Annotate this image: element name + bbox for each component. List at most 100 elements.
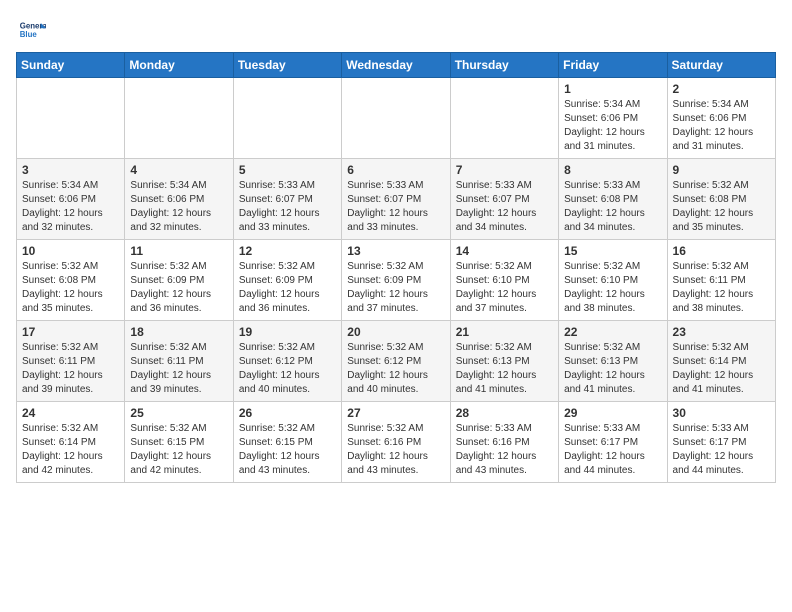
day-number: 1 [564, 82, 661, 96]
calendar-cell [17, 78, 125, 159]
day-number: 27 [347, 406, 444, 420]
calendar-cell: 1 Sunrise: 5:34 AM Sunset: 6:06 PM Daylig… [559, 78, 667, 159]
calendar-cell: 5Sunrise: 5:33 AM Sunset: 6:07 PM Daylig… [233, 159, 341, 240]
day-number: 30 [673, 406, 770, 420]
calendar-cell [450, 78, 558, 159]
day-number: 28 [456, 406, 553, 420]
day-info: Sunrise: 5:32 AM Sunset: 6:09 PM Dayligh… [130, 260, 227, 316]
day-number: 18 [130, 325, 227, 339]
day-number: 11 [130, 244, 227, 258]
day-number: 9 [673, 163, 770, 177]
day-info: Sunrise: 5:34 AM Sunset: 6:06 PM Dayligh… [673, 98, 770, 154]
day-number: 7 [456, 163, 553, 177]
day-info: Sunrise: 5:34 AM Sunset: 6:06 PM Dayligh… [22, 179, 119, 235]
day-number: 14 [456, 244, 553, 258]
day-info: Sunrise: 5:32 AM Sunset: 6:16 PM Dayligh… [347, 422, 444, 478]
calendar-cell: 20 Sunrise: 5:32 AM Sunset: 6:12 PM Dayli… [342, 321, 450, 402]
day-number: 20 [347, 325, 444, 339]
calendar-cell: 4 Sunrise: 5:34 AM Sunset: 6:06 PM Daylig… [125, 159, 233, 240]
calendar-cell: 23 Sunrise: 5:32 AM Sunset: 6:14 PM Dayli… [667, 321, 775, 402]
calendar-cell: 19Sunrise: 5:32 AM Sunset: 6:12 PM Dayli… [233, 321, 341, 402]
day-number: 13 [347, 244, 444, 258]
day-info: Sunrise: 5:32 AM Sunset: 6:13 PM Dayligh… [564, 341, 661, 397]
calendar-cell: 16 Sunrise: 5:32 AM Sunset: 6:11 PM Dayli… [667, 240, 775, 321]
day-number: 29 [564, 406, 661, 420]
calendar-cell: 12 Sunrise: 5:32 AM Sunset: 6:09 PM Dayli… [233, 240, 341, 321]
day-number: 21 [456, 325, 553, 339]
day-number: 10 [22, 244, 119, 258]
weekday-header-friday: Friday [559, 53, 667, 78]
day-number: 3 [22, 163, 119, 177]
calendar-cell: 10Sunrise: 5:32 AM Sunset: 6:08 PM Dayli… [17, 240, 125, 321]
calendar-cell: 21 Sunrise: 5:32 AM Sunset: 6:13 PM Dayli… [450, 321, 558, 402]
calendar-cell: 2 Sunrise: 5:34 AM Sunset: 6:06 PM Daylig… [667, 78, 775, 159]
day-info: Sunrise: 5:32 AM Sunset: 6:08 PM Dayligh… [673, 179, 770, 235]
day-info: Sunrise: 5:32 AM Sunset: 6:12 PM Dayligh… [347, 341, 444, 397]
day-number: 26 [239, 406, 336, 420]
day-number: 2 [673, 82, 770, 96]
calendar-cell: 17 Sunrise: 5:32 AM Sunset: 6:11 PM Dayli… [17, 321, 125, 402]
day-number: 25 [130, 406, 227, 420]
day-info: Sunrise: 5:32 AM Sunset: 6:15 PM Dayligh… [239, 422, 336, 478]
calendar-cell: 14 Sunrise: 5:32 AM Sunset: 6:10 PM Dayli… [450, 240, 558, 321]
logo-icon: General Blue [18, 16, 46, 44]
day-info: Sunrise: 5:33 AM Sunset: 6:17 PM Dayligh… [564, 422, 661, 478]
calendar-cell [125, 78, 233, 159]
day-number: 4 [130, 163, 227, 177]
weekday-header-saturday: Saturday [667, 53, 775, 78]
day-info: Sunrise: 5:34 AM Sunset: 6:06 PM Dayligh… [130, 179, 227, 235]
day-info: Sunrise: 5:32 AM Sunset: 6:09 PM Dayligh… [347, 260, 444, 316]
calendar-cell: 25 Sunrise: 5:32 AM Sunset: 6:15 PM Dayli… [125, 402, 233, 483]
day-info: Sunrise: 5:32 AM Sunset: 6:14 PM Dayligh… [22, 422, 119, 478]
calendar-cell: 22 Sunrise: 5:32 AM Sunset: 6:13 PM Dayli… [559, 321, 667, 402]
weekday-header-sunday: Sunday [17, 53, 125, 78]
weekday-header-monday: Monday [125, 53, 233, 78]
day-number: 16 [673, 244, 770, 258]
calendar-cell: 27 Sunrise: 5:32 AM Sunset: 6:16 PM Dayli… [342, 402, 450, 483]
weekday-header-thursday: Thursday [450, 53, 558, 78]
day-number: 6 [347, 163, 444, 177]
calendar-cell: 13 Sunrise: 5:32 AM Sunset: 6:09 PM Dayli… [342, 240, 450, 321]
day-number: 22 [564, 325, 661, 339]
day-number: 19 [239, 325, 336, 339]
day-info: Sunrise: 5:33 AM Sunset: 6:17 PM Dayligh… [673, 422, 770, 478]
calendar-cell: 6 Sunrise: 5:33 AM Sunset: 6:07 PM Daylig… [342, 159, 450, 240]
svg-text:Blue: Blue [20, 30, 38, 39]
calendar-cell: 8 Sunrise: 5:33 AM Sunset: 6:08 PM Daylig… [559, 159, 667, 240]
weekday-header-wednesday: Wednesday [342, 53, 450, 78]
calendar-cell [233, 78, 341, 159]
calendar-cell: 7 Sunrise: 5:33 AM Sunset: 6:07 PM Daylig… [450, 159, 558, 240]
day-info: Sunrise: 5:32 AM Sunset: 6:09 PM Dayligh… [239, 260, 336, 316]
calendar-cell: 18 Sunrise: 5:32 AM Sunset: 6:11 PM Dayli… [125, 321, 233, 402]
day-info: Sunrise: 5:33 AM Sunset: 6:08 PM Dayligh… [564, 179, 661, 235]
calendar-cell: 3 Sunrise: 5:34 AM Sunset: 6:06 PM Daylig… [17, 159, 125, 240]
day-info: Sunrise: 5:33 AM Sunset: 6:16 PM Dayligh… [456, 422, 553, 478]
day-number: 24 [22, 406, 119, 420]
day-info: Sunrise: 5:32 AM Sunset: 6:13 PM Dayligh… [456, 341, 553, 397]
day-info: Sunrise: 5:32 AM Sunset: 6:11 PM Dayligh… [673, 260, 770, 316]
day-info: Sunrise: 5:32 AM Sunset: 6:10 PM Dayligh… [564, 260, 661, 316]
day-info: Sunrise: 5:32 AM Sunset: 6:11 PM Dayligh… [22, 341, 119, 397]
day-info: Sunrise: 5:32 AM Sunset: 6:15 PM Dayligh… [130, 422, 227, 478]
day-info: Sunrise: 5:32 AM Sunset: 6:11 PM Dayligh… [130, 341, 227, 397]
day-info: Sunrise: 5:34 AM Sunset: 6:06 PM Dayligh… [564, 98, 661, 154]
calendar-cell: 28 Sunrise: 5:33 AM Sunset: 6:16 PM Dayli… [450, 402, 558, 483]
calendar-cell: 24 Sunrise: 5:32 AM Sunset: 6:14 PM Dayli… [17, 402, 125, 483]
calendar-table: SundayMondayTuesdayWednesdayThursdayFrid… [16, 52, 776, 483]
calendar-cell: 15 Sunrise: 5:32 AM Sunset: 6:10 PM Dayli… [559, 240, 667, 321]
calendar-cell: 26 Sunrise: 5:32 AM Sunset: 6:15 PM Dayli… [233, 402, 341, 483]
calendar-cell: 9 Sunrise: 5:32 AM Sunset: 6:08 PM Daylig… [667, 159, 775, 240]
day-number: 12 [239, 244, 336, 258]
day-number: 8 [564, 163, 661, 177]
day-number: 15 [564, 244, 661, 258]
day-info: Sunrise: 5:33 AM Sunset: 6:07 PM Dayligh… [456, 179, 553, 235]
day-info: Sunrise: 5:32 AM Sunset: 6:10 PM Dayligh… [456, 260, 553, 316]
weekday-header-tuesday: Tuesday [233, 53, 341, 78]
day-number: 23 [673, 325, 770, 339]
day-info: Sunrise: 5:33 AM Sunset: 6:07 PM Dayligh… [347, 179, 444, 235]
day-info: Sunrise: 5:32 AM Sunset: 6:14 PM Dayligh… [673, 341, 770, 397]
day-info: Sunrise: 5:33 AM Sunset: 6:07 PM Dayligh… [239, 179, 336, 235]
calendar-cell: 11 Sunrise: 5:32 AM Sunset: 6:09 PM Dayli… [125, 240, 233, 321]
calendar-cell [342, 78, 450, 159]
day-number: 17 [22, 325, 119, 339]
